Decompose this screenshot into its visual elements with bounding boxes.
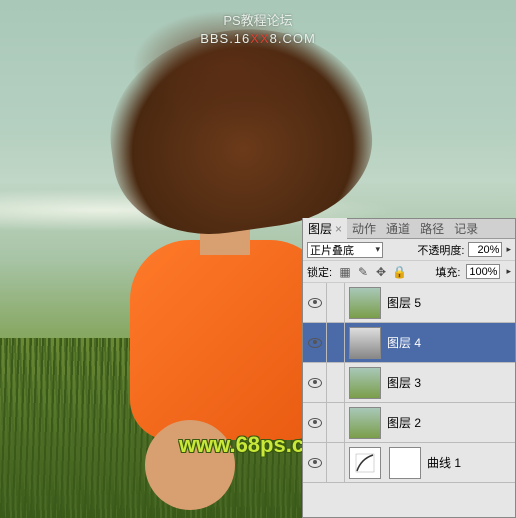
lock-move-icon[interactable]: ✥ <box>374 265 388 279</box>
eye-icon <box>308 378 322 388</box>
tab-channels[interactable]: 通道 <box>381 218 415 239</box>
visibility-toggle[interactable] <box>303 443 327 482</box>
hair <box>97 13 382 247</box>
lock-all-icon[interactable]: 🔒 <box>392 265 406 279</box>
lock-label: 锁定: <box>307 264 332 280</box>
layer-thumb[interactable] <box>349 367 381 399</box>
eye-icon <box>308 418 322 428</box>
lock-icons: ▦ ✎ ✥ 🔒 <box>338 265 406 279</box>
eye-icon <box>308 458 322 468</box>
mask-thumb[interactable] <box>389 447 421 479</box>
tab-layers[interactable]: 图层× <box>303 218 347 239</box>
watermark-top: PS教程论坛 BBS.16XX8.COM <box>0 10 516 46</box>
layer-row[interactable]: 图层 3 <box>303 363 515 403</box>
link-col[interactable] <box>327 443 345 482</box>
adjustment-thumb[interactable] <box>349 447 381 479</box>
layers-panel: 图层× 动作 通道 路径 记录 正片叠底 ▾ 不透明度: 20% ▸ 锁定: ▦… <box>302 218 516 518</box>
layer-name[interactable]: 图层 3 <box>385 374 515 391</box>
layer-name[interactable]: 图层 4 <box>385 334 515 351</box>
panel-tabs: 图层× 动作 通道 路径 记录 <box>303 219 515 239</box>
watermark-line2: BBS.16XX8.COM <box>0 31 516 46</box>
layer-row[interactable]: 曲线 1 <box>303 443 515 483</box>
layer-row[interactable]: 图层 2 <box>303 403 515 443</box>
tab-paths[interactable]: 路径 <box>415 218 449 239</box>
visibility-toggle[interactable] <box>303 363 327 402</box>
layer-name[interactable]: 图层 5 <box>385 294 515 311</box>
link-col[interactable] <box>327 403 345 442</box>
opacity-label: 不透明度: <box>417 242 464 258</box>
blend-mode-select[interactable]: 正片叠底 ▾ <box>307 242 383 258</box>
layer-name[interactable]: 图层 2 <box>385 414 515 431</box>
watermark-line1: PS教程论坛 <box>0 10 516 29</box>
link-col[interactable] <box>327 283 345 322</box>
fill-chevron-icon[interactable]: ▸ <box>506 266 511 277</box>
lock-row: 锁定: ▦ ✎ ✥ 🔒 填充: 100% ▸ <box>303 261 515 283</box>
fill-label: 填充: <box>435 264 460 280</box>
tab-actions[interactable]: 动作 <box>347 218 381 239</box>
curves-icon <box>355 453 375 473</box>
visibility-toggle[interactable] <box>303 403 327 442</box>
layer-row[interactable]: 图层 4 <box>303 323 515 363</box>
layer-thumb[interactable] <box>349 407 381 439</box>
link-col[interactable] <box>327 363 345 402</box>
chevron-down-icon: ▾ <box>375 244 380 255</box>
layer-row[interactable]: 图层 5 <box>303 283 515 323</box>
eye-icon <box>308 338 322 348</box>
lock-brush-icon[interactable]: ✎ <box>356 265 370 279</box>
layers-list: 图层 5 图层 4 图层 3 图层 2 曲线 1 <box>303 283 515 483</box>
fill-input[interactable]: 100% <box>466 264 500 279</box>
tab-history[interactable]: 记录 <box>449 218 483 239</box>
close-icon[interactable]: × <box>335 222 342 236</box>
visibility-toggle[interactable] <box>303 283 327 322</box>
torso <box>130 240 330 440</box>
blend-row: 正片叠底 ▾ 不透明度: 20% ▸ <box>303 239 515 261</box>
visibility-toggle[interactable] <box>303 323 327 362</box>
opacity-chevron-icon[interactable]: ▸ <box>506 244 511 255</box>
link-col[interactable] <box>327 323 345 362</box>
lock-pixels-icon[interactable]: ▦ <box>338 265 352 279</box>
layer-thumb[interactable] <box>349 287 381 319</box>
eye-icon <box>308 298 322 308</box>
layer-name[interactable]: 曲线 1 <box>425 454 515 471</box>
opacity-input[interactable]: 20% <box>468 242 502 257</box>
layer-thumb[interactable] <box>349 327 381 359</box>
